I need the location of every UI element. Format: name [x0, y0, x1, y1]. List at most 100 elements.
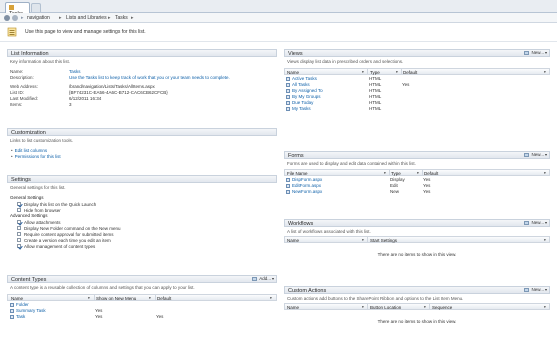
- list-name-link[interactable]: Tasks: [69, 69, 81, 74]
- panel-title: List Information: [11, 51, 49, 57]
- row-name[interactable]: All Tasks: [292, 82, 310, 87]
- chevron-down-icon[interactable]: ▾: [149, 296, 151, 300]
- new-workflow-button[interactable]: New...▾: [524, 220, 547, 226]
- chevron-down-icon[interactable]: ▾: [544, 305, 546, 309]
- field-description: Description: Use the Tasks list to keep t…: [7, 75, 277, 81]
- table-row[interactable]: NewForm.aspx New Yes: [284, 188, 550, 194]
- chevron-down-icon[interactable]: ▾: [362, 305, 364, 309]
- row-name[interactable]: Active Tasks: [292, 76, 317, 81]
- back-arrow-icon[interactable]: [4, 15, 10, 21]
- chevron-down-icon[interactable]: ▾: [384, 171, 386, 175]
- edit-list-columns-link[interactable]: Edit list columns: [15, 148, 48, 153]
- new-folder-checkbox[interactable]: [17, 225, 21, 230]
- content-type-icon: [10, 302, 14, 307]
- table-header: File Name ▾ Type ▾ Default ▾: [284, 169, 550, 176]
- column-header-button-location[interactable]: Button Location: [370, 305, 401, 310]
- row-name[interactable]: By Assigned To: [292, 88, 323, 93]
- custom-actions-table: Name ▾ Button Location ▾ Sequence ▾ Ther…: [284, 303, 550, 324]
- versioning-checkbox[interactable]: [17, 237, 21, 242]
- tab-strip: Tasks: [0, 0, 557, 17]
- button-label: New...: [531, 220, 544, 225]
- row-default: Yes: [156, 313, 164, 319]
- row-name[interactable]: DispForm.aspx: [292, 177, 322, 182]
- breadcrumb-chevron-icon: ▸: [59, 15, 62, 21]
- panel-header: Workflows New...▾: [284, 219, 550, 227]
- panel-description: Key information about this list.: [10, 59, 71, 64]
- setting-content-types: Allow management of content types: [7, 243, 277, 249]
- row-default: Yes: [423, 188, 431, 194]
- row-name[interactable]: By My Groups: [292, 94, 321, 99]
- row-type: Display: [390, 176, 405, 182]
- column-header-name[interactable]: Name: [287, 238, 299, 243]
- checkbox-label: Create a version each time you edit an i…: [24, 237, 111, 243]
- list-description-link[interactable]: Use the Tasks list to keep track of work…: [69, 75, 230, 80]
- quick-launch-checkbox[interactable]: [17, 201, 21, 206]
- table-header: Name ▾ Start Settings ▾: [284, 236, 550, 243]
- chevron-down-icon: ▾: [544, 220, 547, 225]
- add-content-type-button[interactable]: Add...▾: [252, 276, 274, 282]
- row-default: Yes: [423, 176, 431, 182]
- column-header-sequence[interactable]: Sequence: [432, 305, 452, 310]
- settings-panel: Settings General settings for this list.…: [7, 175, 277, 270]
- panel-title: Forms: [288, 153, 304, 159]
- setting-hide-from-browser: Hide from browser: [7, 207, 277, 213]
- content-types-checkbox[interactable]: [17, 243, 21, 248]
- row-name[interactable]: EditForm.aspx: [292, 183, 321, 188]
- row-name[interactable]: My Tasks: [292, 106, 311, 111]
- new-icon: [524, 288, 530, 292]
- custom-actions-panel: Custom Actions New...▾ Custom actions ad…: [284, 286, 550, 336]
- row-name[interactable]: Due Today: [292, 100, 313, 105]
- column-header-name[interactable]: Name: [287, 305, 299, 310]
- views-panel: Views New...▾ Views display list data in…: [284, 49, 550, 129]
- panel-title: Content Types: [11, 277, 47, 283]
- panel-header: Views New...▾: [284, 49, 550, 57]
- chevron-down-icon[interactable]: ▾: [544, 171, 546, 175]
- breadcrumb-lists-and-libraries[interactable]: Lists and Libraries: [66, 15, 107, 21]
- workflows-panel: Workflows New...▾ A list of workflows as…: [284, 219, 550, 265]
- row-type: Edit: [390, 182, 398, 188]
- forward-arrow-icon[interactable]: [12, 15, 18, 21]
- new-form-button[interactable]: New...▾: [524, 152, 547, 158]
- info-bar: Use this page to view and manage setting…: [0, 23, 557, 42]
- new-tab-button[interactable]: [31, 3, 41, 12]
- view-icon: [286, 76, 290, 81]
- chevron-down-icon: ▾: [544, 152, 547, 157]
- allow-attachments-checkbox[interactable]: [17, 219, 21, 224]
- chevron-down-icon: ▾: [544, 287, 547, 292]
- chevron-down-icon: ▾: [271, 276, 274, 281]
- row-name[interactable]: Folder: [16, 302, 29, 307]
- row-type: HTML: [369, 75, 382, 81]
- hide-from-browser-checkbox[interactable]: [17, 207, 21, 212]
- row-name[interactable]: Task: [16, 314, 25, 319]
- new-custom-action-button[interactable]: New...▾: [524, 287, 547, 293]
- panel-title: Custom Actions: [288, 288, 327, 294]
- chevron-down-icon[interactable]: ▾: [544, 238, 546, 242]
- permissions-link[interactable]: Permissions for this list: [15, 154, 61, 159]
- chevron-down-icon[interactable]: ▾: [88, 296, 90, 300]
- tab-tasks[interactable]: Tasks: [5, 2, 30, 17]
- chevron-down-icon[interactable]: ▾: [270, 296, 272, 300]
- panel-header: Content Types Add...▾: [7, 275, 277, 283]
- breadcrumb-tasks[interactable]: Tasks: [115, 15, 128, 21]
- table-row[interactable]: Task Yes Yes: [7, 313, 277, 319]
- row-name[interactable]: NewForm.aspx: [292, 189, 322, 194]
- column-divider: [367, 237, 368, 243]
- table-row[interactable]: My Tasks HTML: [284, 105, 550, 111]
- form-icon: [286, 177, 290, 182]
- panel-description: Custom actions add buttons to the ShareP…: [287, 296, 464, 301]
- chevron-down-icon[interactable]: ▾: [417, 171, 419, 175]
- field-label: Description:: [10, 75, 34, 80]
- chevron-down-icon[interactable]: ▾: [396, 70, 398, 74]
- chevron-down-icon[interactable]: ▾: [362, 238, 364, 242]
- row-name[interactable]: Summary Task: [16, 308, 46, 313]
- chevron-down-icon[interactable]: ▾: [544, 70, 546, 74]
- column-header-start-settings[interactable]: Start Settings: [370, 238, 397, 243]
- chevron-down-icon[interactable]: ▾: [424, 305, 426, 309]
- panel-header: List Information: [7, 49, 277, 57]
- new-view-button[interactable]: New...▾: [524, 50, 547, 56]
- table-header: Name ▾ Button Location ▾ Sequence ▾: [284, 303, 550, 310]
- chevron-down-icon[interactable]: ▾: [362, 70, 364, 74]
- content-approval-checkbox[interactable]: [17, 231, 21, 236]
- view-icon: [286, 82, 290, 87]
- breadcrumb-navigation[interactable]: navigation: [27, 15, 50, 21]
